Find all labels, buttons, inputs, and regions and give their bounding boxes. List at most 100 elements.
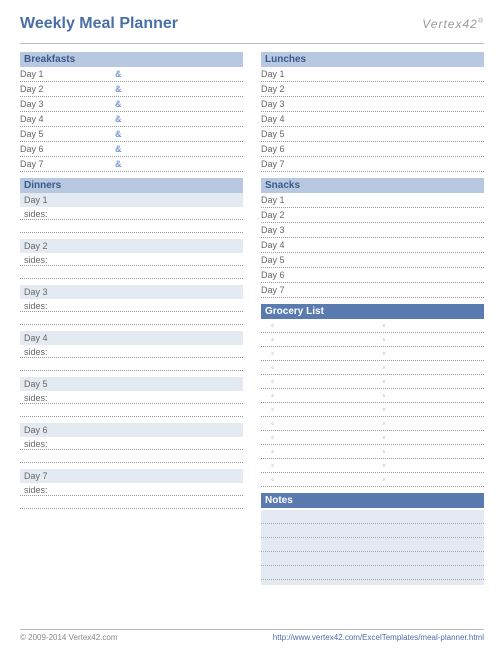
breakfast-row: Day 5& — [20, 127, 243, 142]
grocery-cell: ◦ — [261, 391, 373, 400]
grocery-list: ◦◦◦◦◦◦◦◦◦◦◦◦◦◦◦◦◦◦◦◦◦◦◦◦ — [261, 319, 484, 487]
lunches-header: Lunches — [261, 52, 484, 67]
snack-row: Day 5 — [261, 253, 484, 268]
grocery-cell: ◦ — [261, 405, 373, 414]
dinner-line — [20, 404, 243, 417]
lunch-row: Day 5 — [261, 127, 484, 142]
separator: & — [115, 159, 122, 169]
grocery-row: ◦◦ — [261, 445, 484, 459]
breakfast-row: Day 1 & — [20, 67, 243, 82]
dinner-line — [20, 266, 243, 279]
day-label: Day 1 — [261, 69, 296, 79]
separator: & — [115, 69, 122, 79]
notes-line — [261, 538, 484, 552]
dinner-sides: sides: — [20, 253, 243, 266]
grocery-cell: ◦ — [373, 433, 485, 442]
lunches-list: Day 1 Day 2 Day 3 Day 4 Day 5 Day 6 Day 7 — [261, 67, 484, 172]
separator: & — [115, 99, 122, 109]
day-label: Day 1 — [20, 69, 55, 79]
snack-row: Day 7 — [261, 283, 484, 298]
day-label: Day 2 — [261, 84, 296, 94]
notes-header: Notes — [261, 493, 484, 508]
grocery-cell: ◦ — [373, 475, 485, 484]
footer: © 2009-2014 Vertex42.com http://www.vert… — [20, 629, 484, 642]
day-label: Day 5 — [261, 129, 296, 139]
dinner-sides: sides: — [20, 391, 243, 404]
breakfast-row: Day 2 & — [20, 82, 243, 97]
grocery-cell: ◦ — [261, 447, 373, 456]
dinner-line — [20, 450, 243, 463]
dinner-day: Day 1 — [20, 193, 243, 207]
grocery-cell: ◦ — [261, 433, 373, 442]
dinner-day: Day 2 — [20, 239, 243, 253]
day-label: Day 3 — [261, 99, 296, 109]
grocery-cell: ◦ — [373, 349, 485, 358]
notes-area — [261, 510, 484, 585]
grocery-row: ◦◦ — [261, 459, 484, 473]
snack-row: Day 4 — [261, 238, 484, 253]
separator: & — [115, 144, 122, 154]
day-label: Day 1 — [261, 195, 296, 205]
lunch-row: Day 4 — [261, 112, 484, 127]
dinner-sides: sides: — [20, 483, 243, 496]
day-label: Day 4 — [261, 114, 296, 124]
dinner-sides: sides: — [20, 437, 243, 450]
dinner-line — [20, 496, 243, 509]
notes-line — [261, 552, 484, 566]
snack-row: Day 3 — [261, 223, 484, 238]
dinner-block: Day 6sides: — [20, 423, 243, 463]
grocery-cell: ◦ — [373, 321, 485, 330]
snack-row: Day 2 — [261, 208, 484, 223]
day-label: Day 2 — [261, 210, 296, 220]
lunch-row: Day 1 — [261, 67, 484, 82]
snack-row: Day 1 — [261, 193, 484, 208]
left-column: Breakfasts Day 1&Day 2&Day 3&Day 4&Day 5… — [20, 52, 243, 585]
grocery-cell: ◦ — [373, 405, 485, 414]
notes-line — [261, 566, 484, 580]
grocery-row: ◦◦ — [261, 361, 484, 375]
grocery-cell: ◦ — [373, 419, 485, 428]
day-label: Day 6 — [20, 144, 55, 154]
grocery-cell: ◦ — [373, 335, 485, 344]
day-label: Day 4 — [20, 114, 55, 124]
lunch-row: Day 3 — [261, 97, 484, 112]
breakfast-row: Day 6 & — [20, 142, 243, 157]
lunch-row: Day 6 — [261, 142, 484, 157]
dinner-sides: sides: — [20, 345, 243, 358]
day-label: Day 4 — [261, 240, 296, 250]
vertex42-logo: Vertex42® — [422, 17, 484, 31]
day-label: Day 7 — [20, 159, 55, 169]
lunch-row: Day 7 — [261, 157, 484, 172]
day-label: Day 3 — [261, 225, 296, 235]
header-divider — [20, 43, 484, 44]
dinner-day: Day 7 — [20, 469, 243, 483]
grocery-row: ◦◦ — [261, 417, 484, 431]
dinner-sides: sides: — [20, 299, 243, 312]
page-title: Weekly Meal Planner — [20, 15, 178, 33]
lunch-row: Day 2 — [261, 82, 484, 97]
dinner-day: Day 5 — [20, 377, 243, 391]
grocery-header: Grocery List — [261, 304, 484, 319]
dinner-line — [20, 358, 243, 371]
day-label: Day 2 — [20, 84, 55, 94]
snack-row: Day 6 — [261, 268, 484, 283]
separator: & — [115, 129, 122, 139]
grocery-cell: ◦ — [261, 363, 373, 372]
grocery-row: ◦◦ — [261, 375, 484, 389]
copyright: © 2009-2014 Vertex42.com — [20, 633, 118, 642]
grocery-row: ◦◦ — [261, 319, 484, 333]
source-link[interactable]: http://www.vertex42.com/ExcelTemplates/m… — [273, 633, 484, 642]
dinner-block: Day 3sides: — [20, 285, 243, 325]
notes-line — [261, 510, 484, 524]
day-label: Day 3 — [20, 99, 55, 109]
dinners-list: Day 1sides:Day 2sides:Day 3sides:Day 4si… — [20, 193, 243, 509]
day-label: Day 5 — [261, 255, 296, 265]
notes-line — [261, 524, 484, 538]
separator: & — [115, 84, 122, 94]
grocery-row: ◦◦ — [261, 403, 484, 417]
breakfasts-header: Breakfasts — [20, 52, 243, 67]
breakfasts-list: Day 1&Day 2&Day 3&Day 4&Day 5&Day 6&Day … — [20, 67, 243, 172]
grocery-cell: ◦ — [261, 377, 373, 386]
grocery-row: ◦◦ — [261, 473, 484, 487]
day-label: Day 7 — [261, 159, 296, 169]
